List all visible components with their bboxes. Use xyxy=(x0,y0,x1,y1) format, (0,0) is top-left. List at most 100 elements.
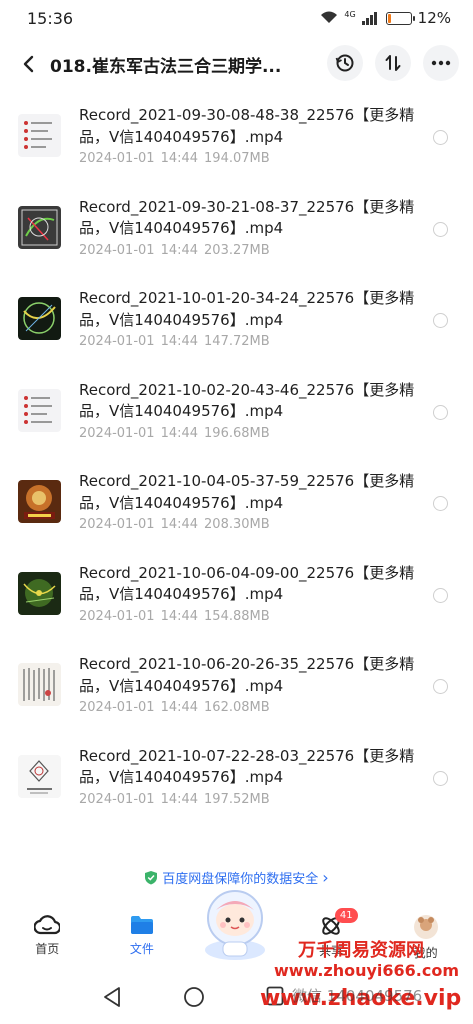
history-button[interactable] xyxy=(327,45,363,81)
file-name: Record_2021-10-02-20-43-46_22576【更多精品，V信… xyxy=(79,380,415,421)
video-thumbnail xyxy=(18,388,61,432)
watermark-site-name: 万千周易资源网 xyxy=(298,940,424,961)
file-time: 14:44 xyxy=(160,700,199,715)
video-thumbnail xyxy=(18,754,61,798)
file-size: 154.88MB xyxy=(204,608,270,624)
file-meta: 2024-01-01 14:44 147.72MB xyxy=(79,334,270,349)
select-radio[interactable] xyxy=(433,679,448,694)
battery-percent: 12% xyxy=(417,9,451,27)
file-row[interactable]: Record_2021-10-07-22-28-03_22576【更多精品，V信… xyxy=(0,739,473,831)
file-row[interactable]: Record_2021-10-02-20-43-46_22576【更多精品，V信… xyxy=(0,373,473,465)
battery-icon xyxy=(385,11,415,25)
back-arrow-icon xyxy=(23,55,34,73)
file-size: 197.52MB xyxy=(204,791,270,807)
video-thumbnail xyxy=(18,114,61,157)
file-size: 194.07MB xyxy=(204,151,270,166)
file-date: 2024-01-01 xyxy=(79,334,155,349)
video-thumbnail xyxy=(18,297,61,340)
file-name: Record_2021-10-04-05-37-59_22576【更多精品，V信… xyxy=(79,472,415,512)
file-date: 2024-01-01 xyxy=(79,608,155,624)
sort-button[interactable] xyxy=(375,45,411,81)
video-thumbnail xyxy=(18,663,61,706)
select-radio[interactable] xyxy=(433,130,448,145)
file-name: Record_2021-10-06-20-26-35_22576【更多精品，V信… xyxy=(79,655,415,695)
file-meta: 2024-01-01 14:44 203.27MB xyxy=(79,243,270,258)
file-time: 14:44 xyxy=(160,242,199,258)
select-radio[interactable] xyxy=(433,587,448,603)
file-row[interactable]: Record_2021-10-06-20-26-35_22576【更多精品，V信… xyxy=(0,647,473,739)
back-button[interactable] xyxy=(6,42,50,86)
file-meta: 2024-01-01 14:44 208.30MB xyxy=(79,517,270,532)
file-size: 203.27MB xyxy=(204,242,270,258)
file-name: Record_2021-10-01-20-34-24_22576【更多精品，V信… xyxy=(79,289,415,329)
file-row[interactable]: Record_2021-10-01-20-34-24_22576【更多精品，V信… xyxy=(0,281,473,373)
file-time: 14:44 xyxy=(160,608,199,624)
header-actions xyxy=(327,45,459,81)
more-button[interactable] xyxy=(423,45,459,81)
watermark-partial-text: 微信 1404049576 xyxy=(292,987,423,1005)
select-radio[interactable] xyxy=(433,313,448,328)
file-meta: 2024-01-01 14:44 197.52MB xyxy=(79,792,270,807)
sort-icon xyxy=(385,55,401,71)
file-row[interactable]: Record_2021-10-06-04-09-00_22576【更多精品，V信… xyxy=(0,556,473,648)
home-cloud-icon xyxy=(34,915,61,935)
file-list: Record_2021-09-30-08-48-38_22576【更多精品，V信… xyxy=(0,98,473,830)
nav-home[interactable]: 首页 xyxy=(0,906,95,964)
watermark-url-1: www.zhouyi666.com xyxy=(274,961,460,980)
folder-title: 018.崔东军古法三合三期学... xyxy=(50,56,282,77)
file-time: 14:44 xyxy=(160,425,199,441)
nav-home-label: 首页 xyxy=(35,942,60,956)
more-icon xyxy=(431,60,451,66)
file-meta: 2024-01-01 14:44 194.07MB xyxy=(79,151,270,166)
mascot-button[interactable] xyxy=(196,884,274,962)
file-row[interactable]: Record_2021-09-30-21-08-37_22576【更多精品，V信… xyxy=(0,190,473,282)
file-row[interactable]: Record_2021-09-30-08-48-38_22576【更多精品，V信… xyxy=(0,98,473,190)
wifi-icon xyxy=(321,11,338,23)
status-indicators: 4G 12% xyxy=(320,9,451,27)
file-time: 14:44 xyxy=(160,151,199,166)
history-icon xyxy=(335,54,354,72)
system-home-icon[interactable] xyxy=(183,986,205,1008)
file-time: 14:44 xyxy=(160,517,199,532)
file-date: 2024-01-01 xyxy=(79,700,155,715)
file-date: 2024-01-01 xyxy=(79,791,155,807)
file-time: 14:44 xyxy=(160,791,199,807)
file-name: Record_2021-09-30-21-08-37_22576【更多精品，V信… xyxy=(79,197,415,238)
folder-icon xyxy=(130,916,153,934)
nav-files-label: 文件 xyxy=(129,942,154,956)
status-time: 15:36 xyxy=(27,8,74,28)
battery-fill xyxy=(387,13,391,23)
file-name: Record_2021-10-06-04-09-00_22576【更多精品，V信… xyxy=(79,563,415,604)
file-meta: 2024-01-01 14:44 154.88MB xyxy=(79,609,270,624)
system-back-icon[interactable] xyxy=(102,986,122,1008)
astronaut-mascot-icon xyxy=(205,890,265,960)
file-meta: 2024-01-01 14:44 162.08MB xyxy=(79,700,270,715)
folder-header: 018.崔东军古法三合三期学... xyxy=(0,42,473,86)
file-size: 162.08MB xyxy=(204,700,270,715)
network-type: 4G xyxy=(344,9,356,19)
select-radio[interactable] xyxy=(433,221,448,237)
file-time: 14:44 xyxy=(160,334,199,349)
select-radio[interactable] xyxy=(433,496,448,511)
file-date: 2024-01-01 xyxy=(79,517,155,532)
file-name: Record_2021-09-30-08-48-38_22576【更多精品，V信… xyxy=(79,106,415,146)
file-size: 208.30MB xyxy=(204,517,270,532)
file-size: 147.72MB xyxy=(204,334,270,349)
select-radio[interactable] xyxy=(433,770,448,786)
status-bar: 15:36 4G 12% xyxy=(0,0,473,36)
video-thumbnail xyxy=(18,205,61,249)
file-meta: 2024-01-01 14:44 196.68MB xyxy=(79,426,270,441)
file-date: 2024-01-01 xyxy=(79,425,155,441)
chevron-right-icon: › xyxy=(322,868,329,887)
file-row[interactable]: Record_2021-10-04-05-37-59_22576【更多精品，V信… xyxy=(0,464,473,556)
file-size: 196.68MB xyxy=(204,425,270,441)
cellular-signal-icon xyxy=(361,11,377,25)
select-radio[interactable] xyxy=(433,404,448,420)
video-thumbnail xyxy=(18,480,61,523)
share-badge: 41 xyxy=(334,908,358,923)
nav-files[interactable]: 文件 xyxy=(95,906,190,964)
file-name: Record_2021-10-07-22-28-03_22576【更多精品，V信… xyxy=(79,746,415,787)
shield-icon xyxy=(145,871,158,885)
video-thumbnail xyxy=(18,571,61,615)
file-date: 2024-01-01 xyxy=(79,151,155,166)
